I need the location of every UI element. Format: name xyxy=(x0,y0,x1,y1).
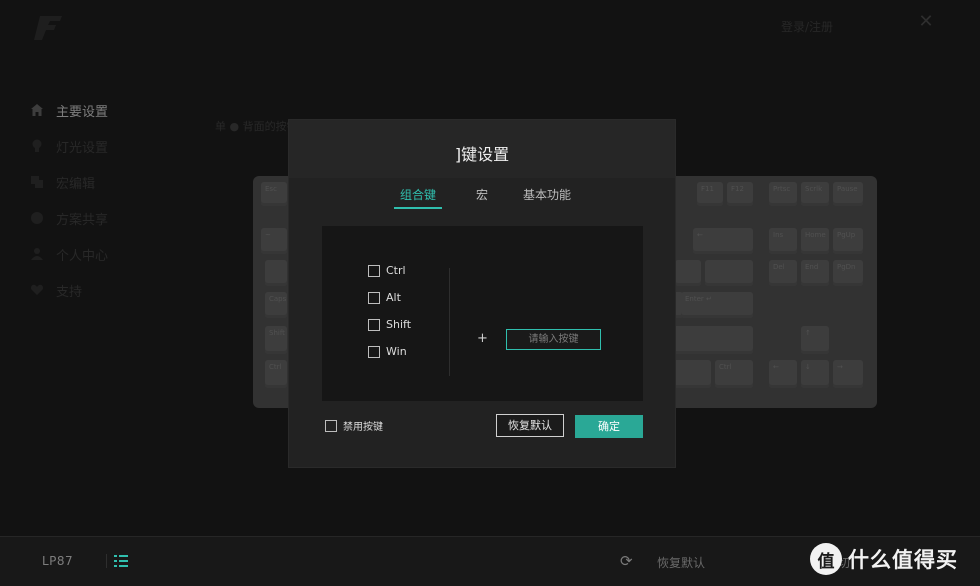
disable-key-option[interactable]: 禁用按键 xyxy=(325,418,383,433)
win-checkbox[interactable] xyxy=(368,345,380,358)
dialog-tabs: 组合键 宏 基本功能 xyxy=(289,186,675,210)
keyboard-key[interactable]: Pause xyxy=(833,182,863,206)
keyboard-key[interactable] xyxy=(265,260,287,286)
keyboard-key[interactable]: PgUp xyxy=(833,228,863,254)
window-close-icon[interactable]: ✕ xyxy=(916,12,936,32)
bottom-restore-default[interactable]: 恢复默认 xyxy=(657,554,705,571)
keyboard-key[interactable]: Ctrl xyxy=(715,360,753,388)
modifier-label: Alt xyxy=(386,291,401,304)
modifier-label: Shift xyxy=(386,318,412,331)
keyboard-hint: 单 ● 背面的按键 xyxy=(215,118,298,134)
keyboard-key[interactable]: Caps xyxy=(265,292,287,318)
restore-default-button[interactable]: 恢复默认 xyxy=(496,414,564,437)
bulb-icon xyxy=(30,139,44,153)
keyboard-key[interactable]: Esc xyxy=(261,182,287,206)
watermark-text: 什么值得买 xyxy=(848,548,958,572)
device-model: LP87 xyxy=(42,554,74,568)
app-logo xyxy=(34,16,62,40)
sidebar-item-share[interactable]: 方案共享 xyxy=(30,200,180,236)
keyboard-key[interactable]: Scrlk xyxy=(801,182,829,206)
sidebar-item-label: 方案共享 xyxy=(56,212,109,228)
dialog-title: ]键设置 xyxy=(454,145,510,164)
plus-sign: + xyxy=(477,331,488,346)
keyboard-key[interactable]: F11 xyxy=(697,182,723,206)
sidebar-item-label: 灯光设置 xyxy=(56,140,109,156)
alt-checkbox[interactable] xyxy=(368,291,380,304)
keyboard-key[interactable]: ← xyxy=(693,228,753,254)
modifier-ctrl[interactable]: Ctrl xyxy=(368,264,406,277)
panel-divider xyxy=(449,268,450,376)
tab-macro[interactable]: 宏 xyxy=(476,186,488,209)
keyboard-key[interactable]: F12 xyxy=(727,182,753,206)
sidebar-item-macro[interactable]: 宏编辑 xyxy=(30,164,180,200)
sidebar-item-label: 主要设置 xyxy=(56,104,109,120)
key-input[interactable] xyxy=(506,329,601,350)
sidebar-item-label: 支持 xyxy=(56,284,83,300)
confirm-button[interactable]: 确定 xyxy=(575,415,643,438)
keyboard-key[interactable]: ~ xyxy=(261,228,287,254)
keyboard-key[interactable]: Prtsc xyxy=(769,182,797,206)
keyboard-key[interactable] xyxy=(705,260,753,286)
refresh-icon[interactable]: ⟳ xyxy=(620,553,636,569)
keyboard-key[interactable]: ← xyxy=(769,360,797,388)
key-settings-dialog: ]键设置 组合键 宏 基本功能 Ctrl Alt Shift Win + 请输入… xyxy=(289,120,675,467)
keyboard-key[interactable]: → xyxy=(833,360,863,388)
keyboard-key[interactable]: Del xyxy=(769,260,797,286)
login-link[interactable]: 登录/注册 xyxy=(781,18,833,35)
ctrl-checkbox[interactable] xyxy=(368,264,380,277)
keyboard-key[interactable] xyxy=(673,360,711,388)
close-icon[interactable] xyxy=(629,138,647,156)
keyboard-key[interactable]: Ins xyxy=(769,228,797,254)
watermark: 值 什么值得买 xyxy=(810,543,958,575)
keyboard-key[interactable] xyxy=(675,260,701,286)
disable-key-label: 禁用按键 xyxy=(343,422,383,433)
heart-icon xyxy=(30,283,44,297)
modifier-alt[interactable]: Alt xyxy=(368,291,401,304)
sidebar-item-lighting[interactable]: 灯光设置 xyxy=(30,128,180,164)
keyboard-key[interactable]: End xyxy=(801,260,829,286)
modifier-label: Ctrl xyxy=(386,264,406,277)
list-icon[interactable] xyxy=(114,554,128,568)
keyboard-key[interactable]: ↑ xyxy=(801,326,829,354)
keyboard-key[interactable]: ↓ xyxy=(801,360,829,388)
keyboard-key[interactable]: Ctrl xyxy=(265,360,287,388)
share-icon xyxy=(30,211,44,225)
dialog-header: ]键设置 xyxy=(289,120,675,178)
keyboard-key[interactable]: Enter ↵ xyxy=(681,292,753,318)
sidebar-item-profile[interactable]: 个人中心 xyxy=(30,236,180,272)
modifier-label: Win xyxy=(386,345,407,358)
divider xyxy=(106,554,107,568)
macro-icon xyxy=(30,175,44,189)
sidebar-item-support[interactable]: 支持 xyxy=(30,272,180,308)
sidebar-item-main-settings[interactable]: 主要设置 xyxy=(30,92,180,128)
tab-combo-key[interactable]: 组合键 xyxy=(394,186,443,209)
user-icon xyxy=(30,247,44,261)
sidebar-item-label: 个人中心 xyxy=(56,248,109,264)
watermark-logo: 值 xyxy=(810,543,842,575)
keyboard-key[interactable]: Home xyxy=(801,228,829,254)
home-icon xyxy=(30,103,44,117)
disable-key-checkbox[interactable] xyxy=(325,419,337,432)
sidebar-item-label: 宏编辑 xyxy=(56,176,96,192)
modifier-win[interactable]: Win xyxy=(368,345,407,358)
combo-key-panel: Ctrl Alt Shift Win + xyxy=(322,226,643,401)
keyboard-key[interactable]: Shift xyxy=(265,326,287,354)
keyboard-key[interactable]: PgDn xyxy=(833,260,863,286)
hint-text: 单 ● 背面的按键 xyxy=(215,120,298,133)
keyboard-key[interactable] xyxy=(663,326,753,354)
modifier-shift[interactable]: Shift xyxy=(368,318,411,331)
sidebar: 主要设置 灯光设置 宏编辑 方案共享 个人中心 支持 xyxy=(30,92,180,308)
shift-checkbox[interactable] xyxy=(368,318,380,331)
tab-basic-function[interactable]: 基本功能 xyxy=(523,186,571,209)
